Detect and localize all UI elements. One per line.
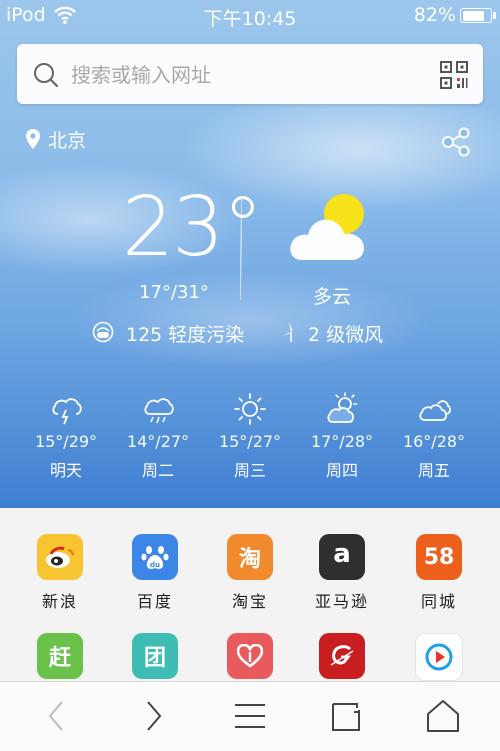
sina-weibo-icon — [37, 534, 83, 580]
shortcut-grid: 新浪 du 百度 淘 淘宝 a 亚马逊 58 同城 赶 团 — [0, 508, 500, 681]
forecast-day-name: 周五 — [417, 461, 450, 480]
partly-cloudy-icon — [327, 392, 358, 423]
forecast-row: 15°/29° 明天 14°/27° 周二 15°/27° 周三 17°/28°… — [0, 392, 500, 488]
shortcut-taobao[interactable]: 淘 淘宝 — [205, 534, 295, 612]
baidu-icon: du — [132, 534, 178, 580]
forecast-day[interactable]: 15°/29° 明天 — [20, 392, 112, 481]
forecast-day-name: 明天 — [49, 461, 82, 480]
qr-code-scan-icon[interactable] — [439, 60, 469, 90]
search-input[interactable] — [69, 44, 423, 106]
wind-turbine-icon — [282, 322, 299, 342]
divider — [240, 196, 242, 300]
menu-icon[interactable] — [232, 698, 268, 734]
search-icon — [34, 63, 59, 88]
forecast-day-name: 周三 — [233, 461, 266, 480]
thunderstorm-icon — [52, 398, 82, 425]
shortcut-red-g-app[interactable] — [297, 633, 387, 679]
tabs-icon[interactable] — [329, 698, 365, 734]
forecast-range: 14°/27° — [126, 432, 190, 451]
shortcut-label: 淘宝 — [231, 592, 268, 611]
taobao-icon: 淘 — [227, 534, 273, 580]
forecast-day[interactable]: 16°/28° 周五 — [388, 392, 480, 481]
battery-percentage: 82% — [413, 4, 456, 26]
video-play-icon — [415, 633, 463, 681]
weather-condition: 多云 — [312, 286, 351, 308]
shortcut-heart-app[interactable] — [205, 633, 295, 679]
shortcut-ganji[interactable]: 赶 — [15, 633, 105, 679]
forecast-range: 16°/28° — [402, 432, 466, 451]
forecast-day[interactable]: 14°/27° 周二 — [112, 392, 204, 481]
shortcut-video[interactable] — [394, 633, 484, 681]
sunny-icon — [234, 393, 266, 425]
wind-text: 2 级微风 — [308, 324, 384, 346]
shortcut-label: 新浪 — [41, 592, 78, 611]
amazon-icon: a — [319, 534, 365, 580]
forecast-day[interactable]: 15°/27° 周三 — [204, 392, 296, 481]
tuan-icon: 团 — [132, 633, 178, 679]
air-quality-icon — [92, 321, 114, 343]
cloudy-icon — [419, 400, 451, 421]
forecast-day-name: 周二 — [141, 461, 174, 480]
forecast-day-name: 周四 — [325, 461, 358, 480]
shortcut-label: 百度 — [136, 592, 173, 611]
shortcut-baidu[interactable]: du 百度 — [110, 534, 200, 612]
shortcut-58-tongcheng[interactable]: 58 同城 — [394, 534, 484, 612]
forecast-range: 17°/28° — [310, 432, 374, 451]
shortcut-tuan[interactable]: 团 — [110, 633, 200, 679]
red-g-app-icon — [319, 633, 365, 679]
location-pin-icon — [26, 129, 40, 149]
shortcut-label: 亚马逊 — [314, 592, 369, 611]
battery-icon — [460, 8, 496, 23]
bottom-toolbar — [0, 681, 500, 751]
ganji-icon: 赶 — [37, 633, 83, 679]
58-tongcheng-icon: 58 — [416, 534, 462, 580]
heart-app-icon — [227, 633, 273, 679]
partly-cloudy-icon — [290, 194, 364, 260]
forecast-day[interactable]: 17°/28° 周四 — [296, 392, 388, 481]
forward-icon[interactable] — [135, 698, 171, 734]
status-bar: iPod 下午10:45 82% — [0, 0, 500, 30]
amazon-glyph: a — [333, 539, 351, 569]
forecast-range: 15°/29° — [34, 432, 98, 451]
forecast-range: 15°/27° — [218, 432, 282, 451]
back-icon[interactable] — [39, 698, 75, 734]
city-name: 北京 — [48, 130, 87, 152]
shortcut-amazon[interactable]: a 亚马逊 — [297, 534, 387, 612]
air-quality-text: 125 轻度污染 — [126, 324, 245, 346]
shortcut-label: 同城 — [420, 592, 457, 611]
shortcut-sina[interactable]: 新浪 — [15, 534, 105, 612]
rain-icon — [144, 398, 174, 424]
search-bar[interactable] — [17, 44, 483, 106]
svg-text:du: du — [150, 561, 160, 569]
share-icon[interactable] — [441, 127, 471, 157]
home-icon[interactable] — [425, 698, 461, 734]
today-temperature-range: 17°/31° — [139, 282, 209, 303]
